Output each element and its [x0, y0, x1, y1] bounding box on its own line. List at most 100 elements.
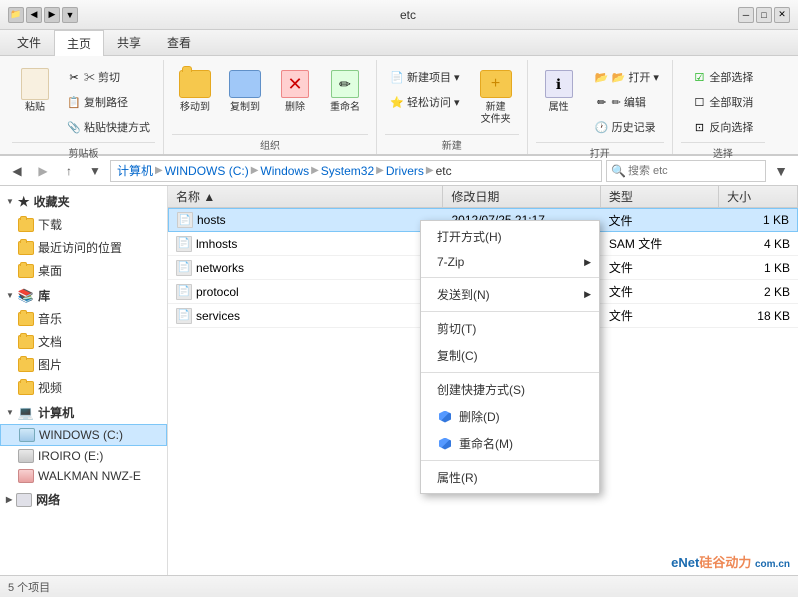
- new-label: 新建: [385, 134, 519, 154]
- edit-button[interactable]: ✏ ✏ 编辑: [590, 91, 664, 113]
- sidebar-favorites-header[interactable]: ▼ ★ 收藏夹: [0, 190, 167, 213]
- sidebar-item-recent[interactable]: 最近访问的位置: [0, 236, 167, 259]
- bc-windows[interactable]: Windows: [260, 164, 309, 178]
- bc-computer[interactable]: 计算机: [117, 162, 153, 179]
- menu-sep1: [421, 277, 599, 278]
- forward-button[interactable]: ▶: [32, 160, 54, 182]
- menu-rename[interactable]: 重命名(M): [421, 430, 599, 457]
- sidebar-network-header[interactable]: ▶ 网络: [0, 488, 167, 511]
- col-header-type[interactable]: 类型: [601, 186, 719, 207]
- col-header-name[interactable]: 名称 ▲: [168, 186, 443, 207]
- networks-file-icon: 📄: [176, 260, 192, 276]
- menu-send-to[interactable]: 发送到(N): [421, 281, 599, 308]
- move-to-label: 移动到: [180, 102, 210, 114]
- bc-sep3: ▶: [311, 165, 319, 176]
- up-button[interactable]: ↑: [58, 160, 80, 182]
- menu-7zip[interactable]: 7-Zip: [421, 250, 599, 274]
- menu-open-with[interactable]: 打开方式(H): [421, 223, 599, 250]
- sidebar-libraries-header[interactable]: ▼ 📚 库: [0, 284, 167, 307]
- expand-computer-icon: ▼: [6, 408, 14, 417]
- copy-path-label: 复制路径: [84, 94, 128, 110]
- delete-button[interactable]: ✕ 删除: [272, 64, 318, 118]
- history-icon: 🕐: [595, 120, 609, 134]
- search-input[interactable]: [628, 165, 761, 177]
- ribbon-group-open: ℹ 属性 📂 📂 打开 ▾ ✏ ✏ 编辑 🕐 历史记录 打开: [528, 60, 673, 154]
- protocol-size: 2 KB: [719, 285, 798, 299]
- copy-path-button[interactable]: 📋 复制路径: [62, 91, 155, 113]
- maximize-button[interactable]: □: [756, 7, 772, 23]
- windows-c-label: WINDOWS (C:): [39, 428, 123, 442]
- tab-file[interactable]: 文件: [4, 29, 54, 55]
- history-button[interactable]: 🕐 历史记录: [590, 116, 664, 138]
- menu-copy-label: 复制(C): [437, 347, 478, 364]
- select-all-button[interactable]: ☑ 全部选择: [687, 66, 758, 88]
- bc-sep1: ▶: [155, 165, 163, 176]
- computer-label: 计算机: [38, 404, 74, 421]
- invert-button[interactable]: ⊡ 反向选择: [687, 116, 758, 138]
- open-button[interactable]: 📂 📂 打开 ▾: [590, 66, 664, 88]
- bc-system32[interactable]: System32: [321, 164, 374, 178]
- menu-delete[interactable]: 删除(D): [421, 403, 599, 430]
- music-folder-icon: [18, 312, 34, 326]
- hosts-size: 1 KB: [718, 213, 797, 227]
- new-folder-button[interactable]: + 新建文件夹: [473, 64, 519, 130]
- cut-button[interactable]: ✂ ✂ 剪切: [62, 66, 155, 88]
- minimize-button[interactable]: ─: [738, 7, 754, 23]
- paste-button[interactable]: 粘贴: [12, 64, 58, 118]
- sidebar-item-walkman[interactable]: WALKMAN NWZ-E: [0, 466, 167, 486]
- back-button[interactable]: ◀: [6, 160, 28, 182]
- sidebar-item-iroiro-e[interactable]: IROIRO (E:): [0, 446, 167, 466]
- sidebar-item-images[interactable]: 图片: [0, 353, 167, 376]
- tab-home[interactable]: 主页: [54, 30, 104, 56]
- tb-down-icon[interactable]: ▼: [62, 7, 78, 23]
- paste-shortcut-button[interactable]: 📎 粘贴快捷方式: [62, 116, 155, 138]
- new-item-button[interactable]: 📄 新建项目 ▾: [385, 66, 465, 88]
- recent-button[interactable]: ▼: [84, 160, 106, 182]
- properties-button[interactable]: ℹ 属性: [536, 64, 582, 118]
- tab-view[interactable]: 查看: [154, 29, 204, 55]
- easy-access-button[interactable]: ⭐ 轻松访问 ▾: [385, 91, 465, 113]
- sidebar-computer-header[interactable]: ▼ 💻 计算机: [0, 401, 167, 424]
- tab-share[interactable]: 共享: [104, 29, 154, 55]
- tb-forward-icon[interactable]: ▶: [44, 7, 60, 23]
- invert-label: 反向选择: [709, 119, 753, 135]
- copy-to-label: 复制到: [230, 102, 260, 114]
- menu-properties[interactable]: 属性(R): [421, 464, 599, 491]
- menu-create-shortcut-label: 创建快捷方式(S): [437, 381, 525, 398]
- select-all-icon: ☑: [692, 70, 706, 84]
- move-to-button[interactable]: 移动到: [172, 64, 218, 118]
- deselect-all-button[interactable]: ☐ 全部取消: [687, 91, 758, 113]
- menu-cut[interactable]: 剪切(T): [421, 315, 599, 342]
- settings-button[interactable]: ▼: [770, 160, 792, 182]
- close-button[interactable]: ✕: [774, 7, 790, 23]
- search-box[interactable]: 🔍: [606, 160, 766, 182]
- paste-label: 粘贴: [25, 102, 45, 114]
- sidebar-item-downloads[interactable]: 下载: [0, 213, 167, 236]
- networks-size: 1 KB: [719, 261, 798, 275]
- bc-drivers[interactable]: Drivers: [386, 164, 424, 178]
- sidebar-item-docs[interactable]: 文档: [0, 330, 167, 353]
- main-area: ▼ ★ 收藏夹 下载 最近访问的位置 桌面 ▼ 📚 库: [0, 186, 798, 575]
- sidebar-item-video[interactable]: 视频: [0, 376, 167, 399]
- sidebar-section-favorites: ▼ ★ 收藏夹 下载 最近访问的位置 桌面: [0, 190, 167, 282]
- menu-copy[interactable]: 复制(C): [421, 342, 599, 369]
- delete-shield-icon: [437, 409, 453, 425]
- lmhosts-file-icon: 📄: [176, 236, 192, 252]
- menu-sep3: [421, 372, 599, 373]
- rename-button[interactable]: ✏ 重命名: [322, 64, 368, 118]
- sidebar-item-windows-c[interactable]: WINDOWS (C:): [0, 424, 167, 446]
- tb-back-icon[interactable]: ◀: [26, 7, 42, 23]
- services-name: services: [196, 309, 240, 323]
- copy-to-button[interactable]: 复制到: [222, 64, 268, 118]
- lmhosts-type: SAM 文件: [601, 235, 719, 252]
- networks-type: 文件: [601, 259, 719, 276]
- libraries-label: 库: [38, 287, 50, 304]
- bc-sep2: ▶: [251, 165, 259, 176]
- sidebar-item-desktop[interactable]: 桌面: [0, 259, 167, 282]
- bc-windows-c[interactable]: WINDOWS (C:): [165, 164, 249, 178]
- col-header-date[interactable]: 修改日期: [443, 186, 601, 207]
- menu-create-shortcut[interactable]: 创建快捷方式(S): [421, 376, 599, 403]
- col-header-size[interactable]: 大小: [719, 186, 798, 207]
- computer-icon: 💻: [18, 405, 34, 421]
- sidebar-item-music[interactable]: 音乐: [0, 307, 167, 330]
